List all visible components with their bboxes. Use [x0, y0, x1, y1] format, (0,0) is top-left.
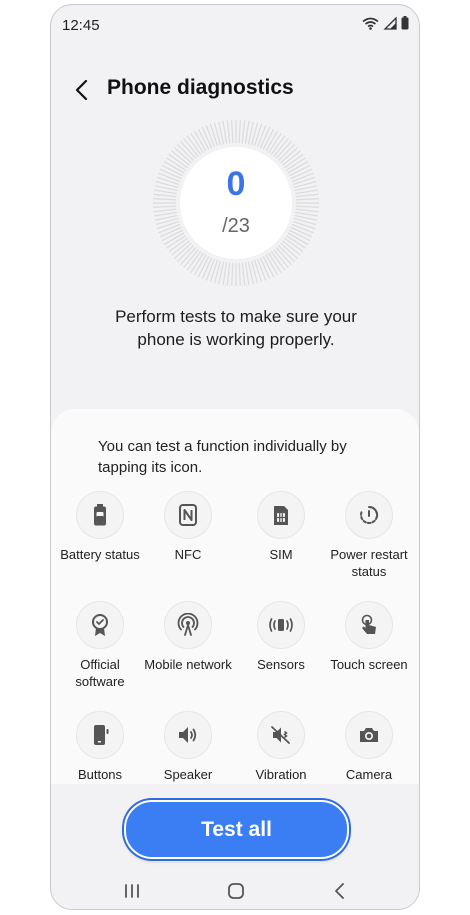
phone-frame: 12:45 Phone diagnostics 0 /23 Perform te… — [50, 4, 420, 910]
test-label: Speaker — [163, 767, 213, 782]
intro-text: Perform tests to make sure your phone is… — [115, 307, 357, 349]
wifi-icon — [362, 17, 379, 35]
test-speaker[interactable]: Speaker — [144, 711, 232, 784]
buttons-icon — [76, 711, 124, 759]
mobile-network-icon — [164, 601, 212, 649]
progress-score: 0 — [226, 165, 246, 203]
battery-icon — [76, 491, 124, 539]
status-icons — [362, 15, 409, 35]
back-button[interactable] — [71, 77, 95, 103]
tests-card: You can test a function individually by … — [51, 409, 419, 789]
nfc-icon — [164, 491, 212, 539]
sim-card-icon — [257, 491, 305, 539]
touch-screen-icon — [345, 601, 393, 649]
test-all-button[interactable]: Test all — [124, 800, 349, 859]
page-title: Phone diagnostics — [107, 76, 294, 99]
test-camera[interactable]: Camera — [325, 711, 413, 784]
chevron-left-icon — [335, 883, 344, 899]
back-nav-button[interactable] — [325, 876, 355, 906]
status-bar: 12:45 — [51, 5, 419, 45]
progress-total: /23 — [222, 215, 250, 237]
recent-apps-button[interactable] — [117, 876, 147, 906]
recent-apps-icon — [125, 884, 139, 898]
sensors-icon — [257, 601, 305, 649]
test-mobile-network[interactable]: Mobile network — [144, 601, 232, 674]
home-icon — [228, 883, 244, 899]
test-label: SIM — [269, 547, 293, 562]
test-label: Power restart status — [330, 547, 408, 579]
test-label: Sensors — [257, 657, 305, 672]
test-sim[interactable]: SIM — [237, 491, 325, 564]
test-label: NFC — [174, 547, 202, 562]
home-button[interactable] — [221, 876, 251, 906]
signal-icon — [383, 15, 397, 35]
navigation-bar — [51, 876, 419, 909]
speaker-icon — [164, 711, 212, 759]
status-time: 12:45 — [62, 17, 100, 34]
test-official-software[interactable]: Official software — [56, 601, 144, 690]
battery-status-icon — [401, 16, 409, 35]
test-label: Mobile network — [144, 657, 232, 672]
hint-text: You can test a function individually by … — [98, 438, 347, 476]
vibration-icon — [257, 711, 305, 759]
bottom-action-bar: Test all — [51, 784, 419, 909]
test-label: Buttons — [77, 767, 123, 782]
test-touch-screen[interactable]: Touch screen — [325, 601, 413, 674]
test-power-restart[interactable]: Power restart status — [325, 491, 413, 580]
camera-icon — [345, 711, 393, 759]
progress-gauge: 0 /23 — [152, 119, 320, 287]
test-label: Vibration — [255, 767, 307, 782]
power-restart-icon — [345, 491, 393, 539]
test-buttons[interactable]: Buttons — [56, 711, 144, 784]
test-nfc[interactable]: NFC — [144, 491, 232, 564]
test-battery-status[interactable]: Battery status — [56, 491, 144, 564]
official-software-icon — [76, 601, 124, 649]
test-vibration[interactable]: Vibration — [237, 711, 325, 784]
app-header: Phone diagnostics — [51, 67, 419, 113]
test-label: Touch screen — [330, 657, 408, 672]
test-sensors[interactable]: Sensors — [237, 601, 325, 674]
test-label: Official software — [75, 657, 125, 689]
test-label: Battery status — [60, 547, 140, 562]
test-label: Camera — [345, 767, 393, 782]
chevron-left-icon — [75, 79, 88, 101]
